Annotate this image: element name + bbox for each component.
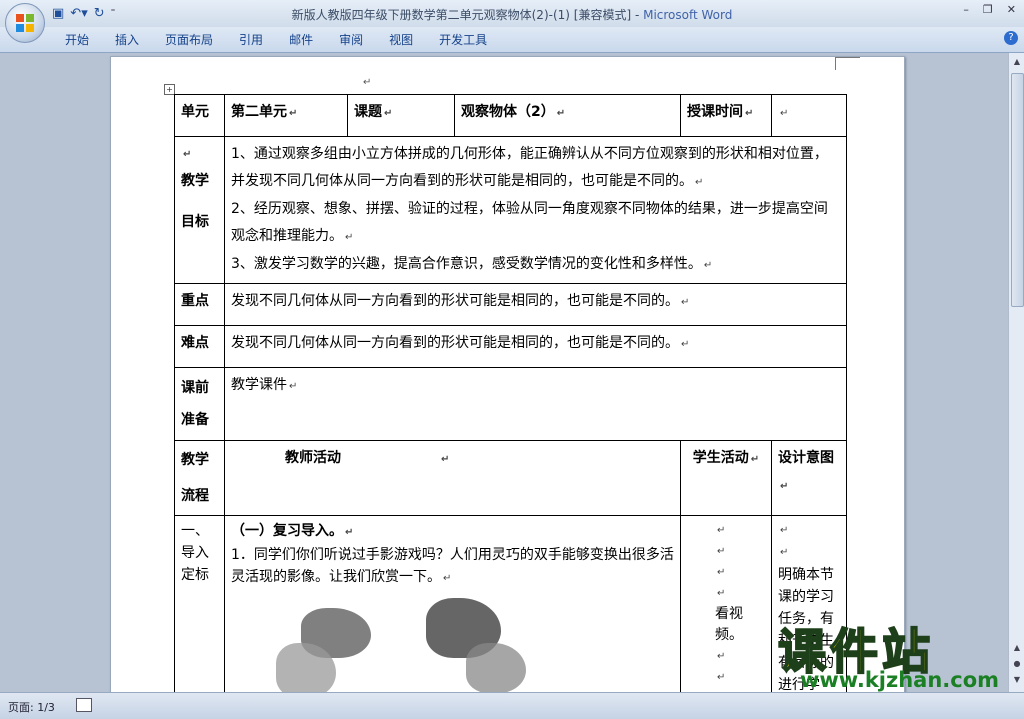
table-row: ↵ 教学 目标 1、通过观察多组由小立方体拼成的几何形体，能正确辨认从不同方位观…	[174, 136, 847, 284]
table-row: 难点 发现不同几何体从同一方向看到的形状可能是相同的，也可能是不同的。 ↵	[174, 325, 847, 368]
title-bar: ▣ ↶▾ ↻ ⁼ 新版人教版四年级下册数学第二单元观察物体(2)-(1) [兼容…	[0, 0, 1024, 27]
office-button[interactable]	[5, 3, 45, 43]
app-name: Microsoft Word	[643, 8, 733, 22]
prep-label: 课前 准备	[174, 367, 225, 441]
goals-content[interactable]: 1、通过观察多组由小立方体拼成的几何形体，能正确辨认从不同方位观察到的形状和相对…	[224, 136, 847, 284]
section-title: （一）复习导入。 ↵	[231, 523, 354, 539]
topic-label: 课题 ↵	[347, 94, 455, 137]
flow-label: 教学 流程	[174, 440, 225, 516]
table-row: 单元 第二单元 ↵ 课题 ↵ 观察物体（2） ↵ 授课时间 ↵ ↵	[174, 94, 847, 137]
lesson-plan-table: 单元 第二单元 ↵ 课题 ↵ 观察物体（2） ↵ 授课时间 ↵ ↵ ↵ 教学 目标 1、…	[174, 94, 847, 692]
topic-value[interactable]: 观察物体（2） ↵	[454, 94, 681, 137]
student-activity[interactable]: ↵↵↵↵ 看视频。 ↵↵↵	[680, 515, 772, 692]
key-value[interactable]: 发现不同几何体从同一方向看到的形状可能是相同的，也可能是不同的。 ↵	[224, 283, 847, 326]
status-bar: 页面: 1/3	[0, 692, 1024, 719]
table-row: 课前 准备 教学课件 ↵	[174, 367, 847, 441]
tab-home[interactable]: 开始	[52, 31, 102, 49]
minimize-icon[interactable]: –	[963, 3, 969, 16]
table-row: 教学 流程 教师活动 ↵ 学生活动 ↵ 设计意图↵	[174, 440, 847, 516]
table-row: 一、 导入 定标 （一）复习导入。 ↵ 1．同学们你们听说过手影游戏吗？人们用灵巧…	[174, 515, 847, 692]
step-label: 一、 导入 定标	[174, 515, 225, 692]
table-row: 重点 发现不同几何体从同一方向看到的形状可能是相同的，也可能是不同的。 ↵	[174, 283, 847, 326]
tab-page-layout[interactable]: 页面布局	[152, 31, 226, 49]
teacher-activity[interactable]: （一）复习导入。 ↵ 1．同学们你们听说过手影游戏吗？人们用灵巧的双手能够变换出很…	[224, 515, 681, 692]
window-title: 新版人教版四年级下册数学第二单元观察物体(2)-(1) [兼容模式] - Mic…	[0, 6, 1024, 23]
office-logo-icon	[16, 14, 34, 32]
prep-value[interactable]: 教学课件 ↵	[224, 367, 847, 441]
unit-label: 单元	[174, 94, 225, 137]
student-header: 学生活动 ↵	[680, 440, 772, 516]
document-title: 新版人教版四年级下册数学第二单元观察物体(2)-(1) [兼容模式] -	[291, 8, 644, 22]
window-controls: – ❐ ✕	[963, 3, 1016, 16]
student-activity-text: 看视频。	[715, 606, 743, 643]
unit-value[interactable]: 第二单元 ↵	[224, 94, 348, 137]
hand-shadow-image	[231, 598, 674, 692]
goal-item: 2、经历观察、想象、拼摆、验证的过程，体验从同一角度观察不同物体的结果，进一步提…	[231, 201, 828, 244]
section-text: 1．同学们你们听说过手影游戏吗？人们用灵巧的双手能够变换出很多活灵活现的影像。让…	[231, 547, 674, 585]
scroll-up-icon[interactable]: ▲	[1011, 57, 1023, 69]
paragraph-mark: ↵	[363, 77, 372, 88]
close-icon[interactable]: ✕	[1007, 3, 1016, 16]
time-value[interactable]: ↵	[771, 94, 847, 137]
ribbon-tabs: 开始 插入 页面布局 引用 邮件 审阅 视图 开发工具	[52, 31, 500, 49]
difficulty-label: 难点	[174, 325, 225, 368]
goal-item: 3、激发学习数学的兴趣，提高合作意识，感受数学情况的变化性和多样性。 ↵	[231, 256, 713, 272]
document-page[interactable]: + ↵ 单元 第二单元 ↵ 课题 ↵ 观察物体（2） ↵ 授课时间 ↵ ↵ ↵ 教学	[110, 56, 905, 692]
tab-insert[interactable]: 插入	[102, 31, 152, 49]
design-header: 设计意图↵	[771, 440, 847, 516]
tab-mailings[interactable]: 邮件	[276, 31, 326, 49]
tab-review[interactable]: 审阅	[326, 31, 376, 49]
page-indicator[interactable]: 页面: 1/3	[8, 699, 55, 715]
ribbon: 开始 插入 页面布局 引用 邮件 审阅 视图 开发工具 ?	[0, 27, 1024, 53]
restore-icon[interactable]: ❐	[983, 3, 993, 16]
time-label: 授课时间 ↵	[680, 94, 772, 137]
margin-marker	[835, 57, 860, 70]
tab-developer[interactable]: 开发工具	[426, 31, 500, 49]
document-workspace: + ↵ 单元 第二单元 ↵ 课题 ↵ 观察物体（2） ↵ 授课时间 ↵ ↵ ↵ 教学	[0, 53, 1008, 692]
watermark-url: www.kjzhan.com	[800, 668, 1000, 692]
next-page-icon[interactable]: ▼	[1011, 675, 1023, 687]
scroll-thumb[interactable]	[1011, 73, 1024, 307]
difficulty-value[interactable]: 发现不同几何体从同一方向看到的形状可能是相同的，也可能是不同的。 ↵	[224, 325, 847, 368]
proofing-icon[interactable]	[76, 698, 92, 712]
vertical-scrollbar[interactable]: ▲ ▲ ● ▼	[1008, 53, 1024, 692]
goals-label: ↵ 教学 目标	[174, 136, 225, 284]
browse-object-icon[interactable]: ●	[1011, 659, 1023, 671]
teacher-header: 教师活动 ↵	[224, 440, 681, 516]
prev-page-icon[interactable]: ▲	[1011, 643, 1023, 655]
help-icon[interactable]: ?	[1004, 31, 1018, 45]
tab-references[interactable]: 引用	[226, 31, 276, 49]
key-label: 重点	[174, 283, 225, 326]
goal-item: 1、通过观察多组由小立方体拼成的几何形体，能正确辨认从不同方位观察到的形状和相对…	[231, 146, 828, 189]
tab-view[interactable]: 视图	[376, 31, 426, 49]
